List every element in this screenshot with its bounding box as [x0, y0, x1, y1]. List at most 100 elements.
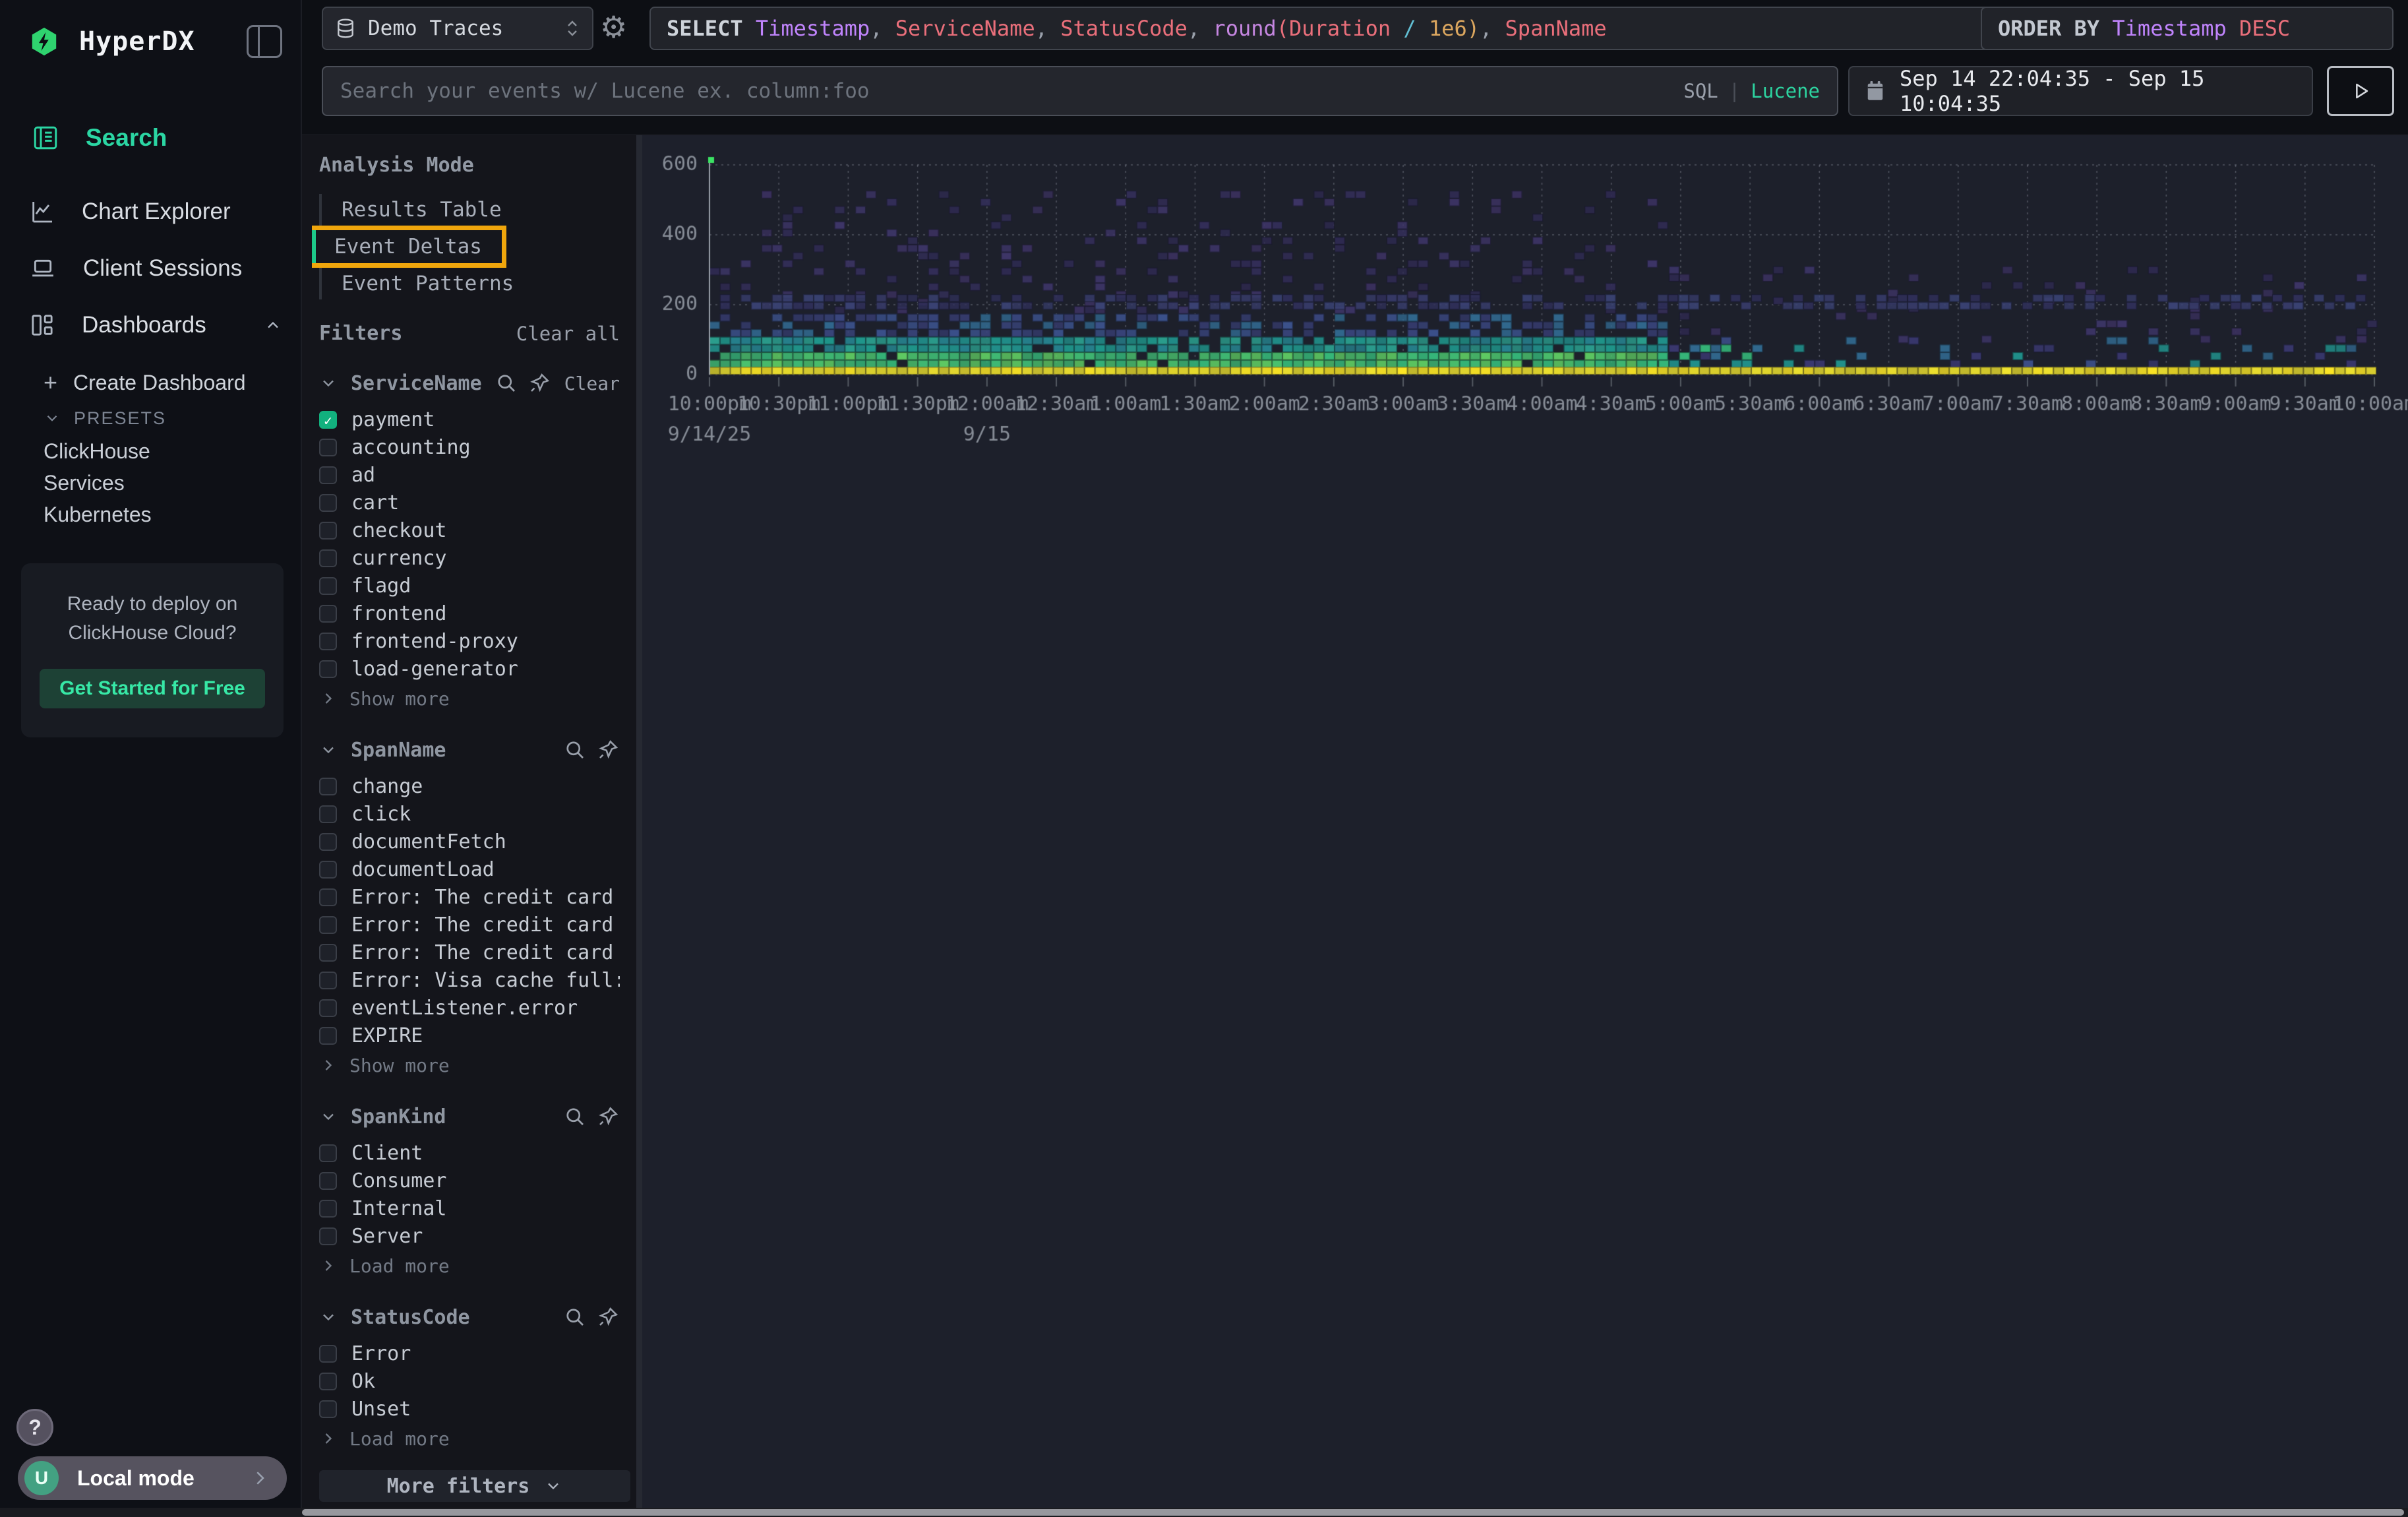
run-query-button[interactable] [2327, 66, 2394, 116]
filter-item-frontend[interactable]: frontend [319, 600, 620, 627]
checkbox[interactable] [319, 1200, 337, 1218]
checkbox[interactable] [319, 1227, 337, 1245]
sidebar-item-client-sessions[interactable]: Client Sessions [29, 249, 282, 288]
more-filters-button[interactable]: More filters [319, 1470, 630, 1502]
checkbox[interactable] [319, 972, 337, 989]
checkbox[interactable] [319, 439, 337, 456]
filter-item-error[interactable]: Error [319, 1340, 620, 1367]
filters-scrollbar[interactable] [636, 135, 642, 1517]
filter-group-title[interactable]: SpanName [351, 739, 554, 762]
clear-all-button[interactable]: Clear all [516, 323, 620, 345]
pin-icon[interactable] [527, 371, 551, 395]
filter-group-title[interactable]: StatusCode [351, 1306, 554, 1329]
load-more-link[interactable]: Load more [319, 1253, 620, 1279]
filter-item-expire[interactable]: EXPIRE [319, 1022, 620, 1049]
filter-item-payment[interactable]: ✓ payment [319, 406, 620, 433]
checkbox[interactable] [319, 522, 337, 540]
filter-item-ok[interactable]: Ok [319, 1367, 620, 1395]
filter-item-error-the-credit-card[interactable]: Error: The credit card (… [319, 883, 620, 911]
source-settings-gear-icon[interactable]: ⚙ [600, 9, 627, 45]
filter-item-error-the-credit-card[interactable]: Error: The credit card (… [319, 911, 620, 939]
filter-item-documentload[interactable]: documentLoad [319, 855, 620, 883]
checkbox[interactable] [319, 466, 337, 484]
search-input[interactable] [340, 79, 1683, 103]
checkbox[interactable] [319, 605, 337, 623]
sidebar-item-dashboards[interactable]: Dashboards [29, 306, 282, 344]
filter-group-title[interactable]: ServiceName [351, 372, 485, 395]
mode-toggle-sql[interactable]: SQL [1683, 80, 1718, 102]
search-icon[interactable] [563, 1105, 587, 1129]
load-more-link[interactable]: Load more [319, 1425, 620, 1452]
checkbox[interactable] [319, 577, 337, 595]
filter-item-client[interactable]: Client [319, 1139, 620, 1167]
user-menu-button[interactable]: U Local mode [18, 1456, 287, 1500]
checkbox[interactable] [319, 494, 337, 512]
preset-clickhouse[interactable]: ClickHouse [44, 435, 282, 467]
preset-kubernetes[interactable]: Kubernetes [44, 499, 282, 530]
filter-item-cart[interactable]: cart [319, 489, 620, 516]
filter-item-flagd[interactable]: flagd [319, 572, 620, 600]
checkbox[interactable] [319, 888, 337, 906]
checkbox[interactable] [319, 805, 337, 823]
filter-item-consumer[interactable]: Consumer [319, 1167, 620, 1194]
search-icon[interactable] [563, 738, 587, 762]
sidebar-item-search[interactable]: Search [32, 124, 282, 152]
filter-item-checkout[interactable]: checkout [319, 516, 620, 544]
filter-item-internal[interactable]: Internal [319, 1194, 620, 1222]
checkbox[interactable] [319, 660, 337, 678]
data-source-select[interactable]: Demo Traces [322, 7, 593, 50]
checkbox[interactable] [319, 999, 337, 1017]
filter-group-title[interactable]: SpanKind [351, 1105, 554, 1129]
filter-item-load-generator[interactable]: load-generator [319, 655, 620, 683]
checkbox[interactable]: ✓ [319, 411, 337, 429]
sidebar-collapse-icon[interactable] [247, 25, 282, 58]
help-button[interactable]: ? [16, 1409, 53, 1446]
filter-item-error-the-credit-card[interactable]: Error: The credit card (… [319, 939, 620, 966]
preset-services[interactable]: Services [44, 467, 282, 499]
checkbox[interactable] [319, 1373, 337, 1390]
pin-icon[interactable] [596, 738, 620, 762]
get-started-button[interactable]: Get Started for Free [40, 669, 265, 708]
checkbox[interactable] [319, 778, 337, 795]
filter-item-error-visa-cache-full[interactable]: Error: Visa cache full: … [319, 966, 620, 994]
checkbox[interactable] [319, 633, 337, 650]
horizontal-scrollbar-thumb[interactable] [302, 1509, 2404, 1516]
filter-item-click[interactable]: click [319, 800, 620, 828]
checkbox[interactable] [319, 861, 337, 879]
filter-item-server[interactable]: Server [319, 1222, 620, 1250]
show-more-link[interactable]: Show more [319, 685, 620, 712]
checkbox[interactable] [319, 916, 337, 934]
filter-item-unset[interactable]: Unset [319, 1395, 620, 1423]
checkbox[interactable] [319, 1345, 337, 1363]
search-icon[interactable] [495, 371, 518, 395]
checkbox[interactable] [319, 944, 337, 962]
filter-item-eventlistener-error[interactable]: eventListener.error [319, 994, 620, 1022]
presets-header[interactable]: PRESETS [44, 401, 282, 435]
checkbox[interactable] [319, 549, 337, 567]
filter-item-accounting[interactable]: accounting [319, 433, 620, 461]
filter-item-frontend-proxy[interactable]: frontend-proxy [319, 627, 620, 655]
analysis-mode-results-table[interactable]: Results Table [319, 194, 620, 226]
pin-icon[interactable] [596, 1105, 620, 1129]
analysis-mode-event-deltas[interactable]: Event Deltas [312, 226, 506, 268]
pin-icon[interactable] [596, 1305, 620, 1329]
clear-filter-button[interactable]: Clear [564, 373, 620, 394]
mode-toggle-lucene[interactable]: Lucene [1751, 80, 1820, 102]
filter-item-ad[interactable]: ad [319, 461, 620, 489]
checkbox[interactable] [319, 1027, 337, 1045]
checkbox[interactable] [319, 1144, 337, 1162]
sidebar-item-chart-explorer[interactable]: Chart Explorer [29, 193, 282, 231]
checkbox[interactable] [319, 833, 337, 851]
checkbox[interactable] [319, 1172, 337, 1190]
time-range-picker[interactable]: Sep 14 22:04:35 - Sep 15 10:04:35 [1848, 66, 2313, 116]
analysis-mode-event-patterns[interactable]: Event Patterns [319, 268, 620, 299]
order-by-input[interactable]: ORDER BY Timestamp DESC [1981, 7, 2393, 50]
filter-item-currency[interactable]: currency [319, 544, 620, 572]
search-icon[interactable] [563, 1305, 587, 1329]
duration-heatmap-chart[interactable] [642, 135, 2408, 452]
filter-item-documentfetch[interactable]: documentFetch [319, 828, 620, 855]
checkbox[interactable] [319, 1400, 337, 1418]
show-more-link[interactable]: Show more [319, 1052, 620, 1078]
filter-item-change[interactable]: change [319, 772, 620, 800]
create-dashboard-button[interactable]: + Create Dashboard [44, 364, 282, 401]
